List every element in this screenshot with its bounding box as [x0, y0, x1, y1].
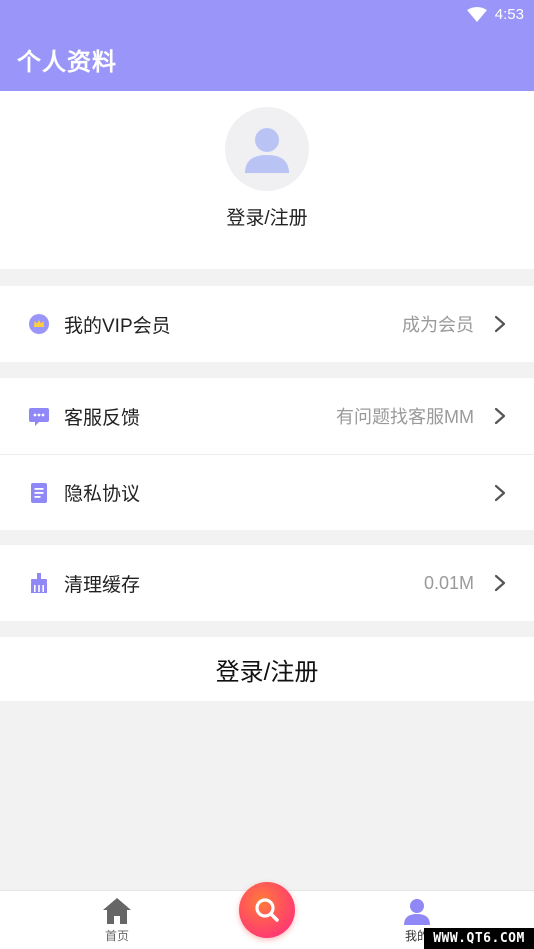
user-icon — [404, 899, 430, 925]
login-register-button[interactable]: 登录/注册 — [0, 637, 534, 701]
user-avatar-icon — [245, 128, 289, 173]
menu-value-vip: 成为会员 — [402, 315, 474, 335]
document-icon — [31, 482, 47, 503]
menu-item-privacy[interactable]: 隐私协议 — [0, 454, 534, 530]
home-icon — [103, 898, 131, 924]
profile-card: 登录/注册 — [0, 91, 534, 269]
chat-bubble-icon — [29, 408, 49, 426]
status-bar: 4:53 — [466, 6, 524, 23]
broom-icon — [31, 573, 47, 593]
menu-label-vip: 我的VIP会员 — [64, 315, 171, 337]
page-title: 个人资料 — [17, 49, 117, 76]
support-section: 客服反馈 有问题找客服MM 隐私协议 — [0, 378, 534, 530]
menu-label-cache: 清理缓存 — [64, 574, 141, 596]
menu-item-feedback[interactable]: 客服反馈 有问题找客服MM — [0, 378, 534, 454]
menu-value-cache: 0.01M — [423, 572, 474, 593]
tab-home-label: 首页 — [104, 929, 129, 943]
menu-item-cache[interactable]: 清理缓存 0.01M — [0, 545, 534, 621]
wifi-icon — [466, 6, 487, 22]
profile-login-link[interactable]: 登录/注册 — [0, 203, 534, 230]
watermark: WWW.QT6.COM — [424, 928, 534, 949]
menu-label-feedback: 客服反馈 — [64, 407, 141, 429]
avatar[interactable] — [225, 107, 309, 191]
chevron-right-icon — [494, 315, 506, 333]
chevron-right-icon — [494, 574, 506, 592]
menu-label-privacy: 隐私协议 — [64, 484, 141, 505]
menu-value-feedback: 有问题找客服MM — [336, 407, 474, 427]
status-time: 4:53 — [494, 6, 524, 23]
crown-icon — [29, 314, 49, 334]
tab-home[interactable]: 首页 — [87, 897, 147, 944]
menu-item-vip[interactable]: 我的VIP会员 成为会员 — [0, 286, 534, 362]
search-fab-button[interactable] — [239, 882, 295, 938]
chevron-right-icon — [494, 484, 506, 501]
app-header: 4:53 个人资料 — [0, 0, 534, 91]
search-icon — [255, 898, 279, 922]
vip-section: 我的VIP会员 成为会员 — [0, 286, 534, 362]
chevron-right-icon — [494, 407, 506, 425]
cache-section: 清理缓存 0.01M — [0, 545, 534, 621]
